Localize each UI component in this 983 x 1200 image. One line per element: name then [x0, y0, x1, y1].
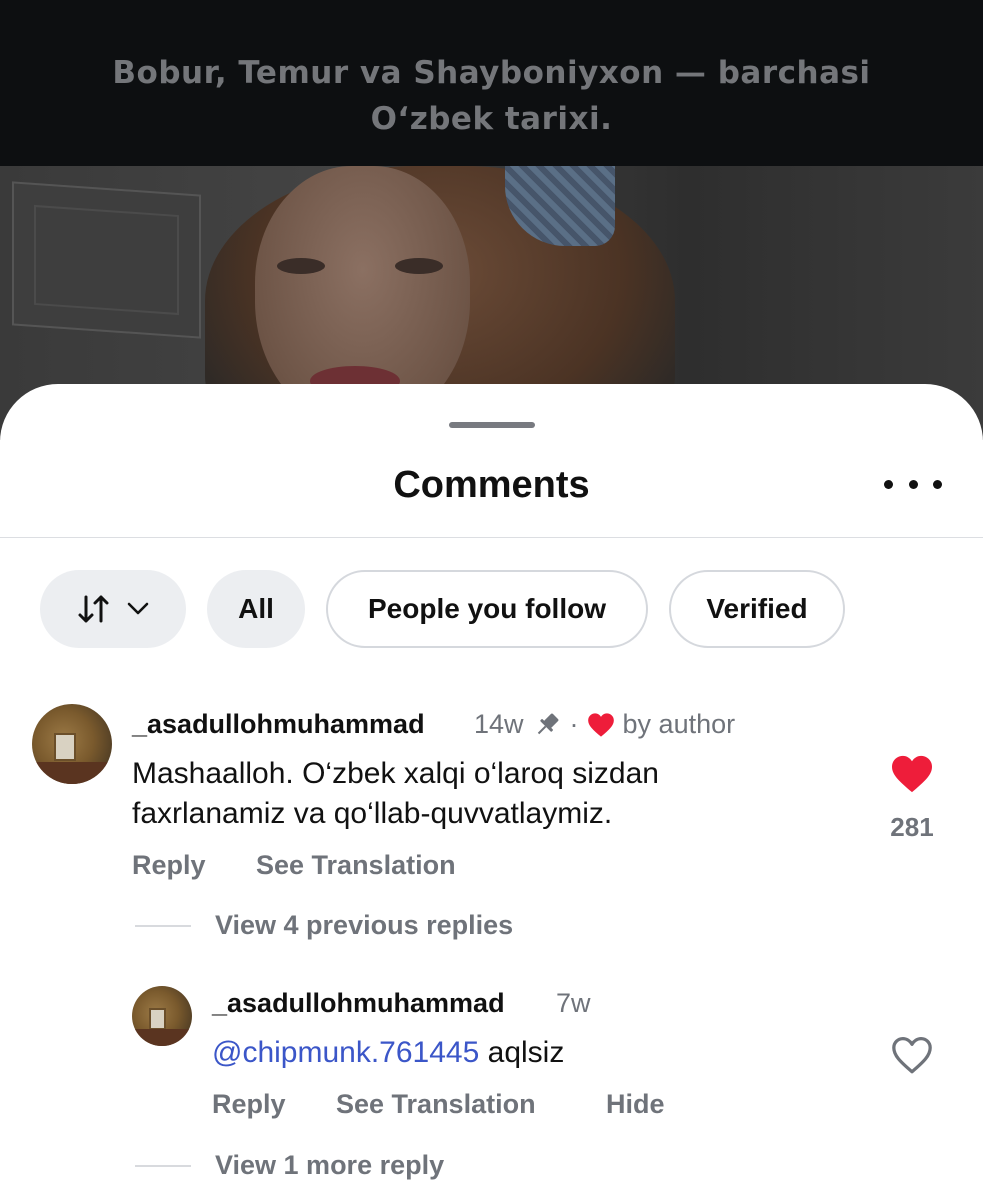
heart-filled-icon — [587, 712, 614, 737]
wall-frame-graphic — [12, 181, 201, 339]
video-caption: Bobur, Temur va Shayboniyxon — barchasi … — [0, 50, 983, 142]
sheet-drag-handle[interactable] — [449, 422, 535, 428]
heart-filled-icon[interactable] — [890, 754, 934, 794]
view-more-reply-button[interactable]: View 1 more reply — [215, 1150, 444, 1181]
filter-chip-people-you-follow[interactable]: People you follow — [326, 570, 648, 648]
see-translation-button[interactable]: See Translation — [256, 850, 456, 881]
filter-chip-verified[interactable]: Verified — [669, 570, 845, 648]
eye-graphic — [277, 258, 325, 274]
heart-outline-icon[interactable] — [890, 1035, 934, 1075]
header-divider — [0, 537, 983, 538]
reply-button[interactable]: Reply — [212, 1089, 286, 1120]
mention-link[interactable]: @chipmunk.761445 — [212, 1036, 479, 1069]
thread-line — [135, 925, 191, 927]
sort-button[interactable] — [40, 570, 186, 648]
comment-text-line: faxrlanamiz va qo‘llab-quvvatlaymiz. — [132, 797, 613, 830]
see-translation-button[interactable]: See Translation — [336, 1089, 536, 1120]
video-player[interactable]: Bobur, Temur va Shayboniyxon — barchasi … — [0, 0, 983, 440]
comment-age: 14w — [474, 709, 524, 739]
avatar[interactable] — [32, 704, 112, 784]
reply-text: @chipmunk.761445 aqlsiz — [212, 1033, 564, 1073]
like-count: 281 — [890, 812, 934, 842]
reply-age: 7w — [556, 988, 591, 1018]
comment-text: Mashaalloh. O‘zbek xalqi o‘laroq sizdan … — [132, 754, 659, 834]
caption-line-1: Bobur, Temur va Shayboniyxon — barchasi — [112, 55, 871, 91]
pin-icon — [537, 713, 558, 734]
chevron-down-icon — [127, 602, 149, 615]
reply-button[interactable]: Reply — [132, 850, 206, 881]
reply-body: aqlsiz — [487, 1036, 565, 1069]
filter-chip-all[interactable]: All — [207, 570, 305, 648]
filter-chip-row: All People you follow Verified — [40, 570, 845, 648]
comment-username[interactable]: _asadullohmuhammad — [132, 709, 425, 740]
avatar[interactable] — [132, 986, 192, 1046]
comments-sheet: Comments All People you follow Verified … — [0, 384, 983, 1200]
reply-username[interactable]: _asadullohmuhammad — [212, 988, 505, 1019]
hide-button[interactable]: Hide — [606, 1089, 665, 1120]
eye-graphic — [395, 258, 443, 274]
comment-meta: 14w · by author — [474, 709, 735, 740]
sheet-title: Comments — [393, 464, 590, 506]
ellipsis-icon[interactable] — [884, 470, 942, 498]
thread-line — [135, 1165, 191, 1167]
view-previous-replies-button[interactable]: View 4 previous replies — [215, 910, 513, 941]
comment-text-line: Mashaalloh. O‘zbek xalqi o‘laroq sizdan — [132, 757, 659, 790]
caption-line-2: O‘zbek tarixi. — [370, 101, 613, 137]
liked-by-author-label: by author — [622, 709, 736, 739]
meta-separator: · — [569, 709, 579, 739]
caption-band: Bobur, Temur va Shayboniyxon — barchasi … — [0, 0, 983, 166]
sort-arrows-icon — [78, 595, 109, 623]
